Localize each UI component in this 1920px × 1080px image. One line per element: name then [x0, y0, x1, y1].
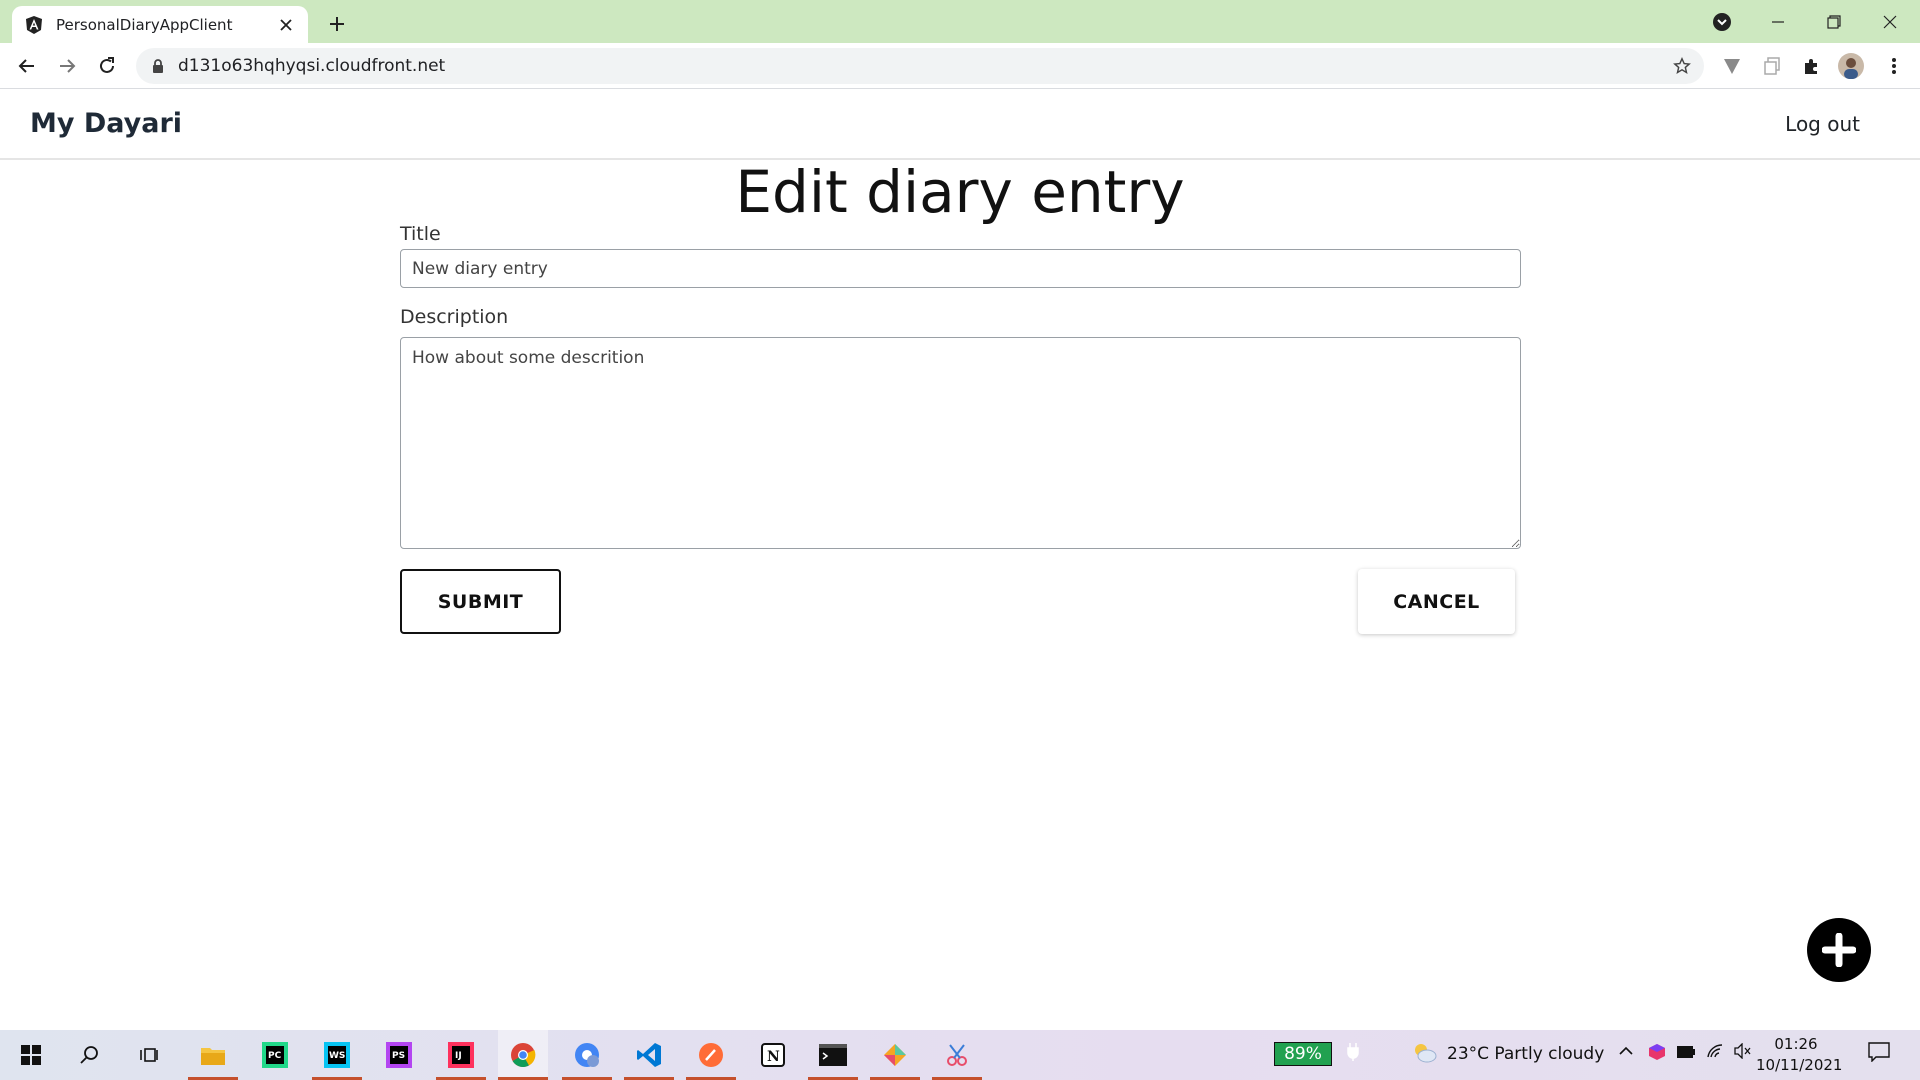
- webstorm-icon[interactable]: WS: [312, 1030, 362, 1080]
- restore-button[interactable]: [1806, 0, 1862, 43]
- terminal-icon[interactable]: [808, 1030, 858, 1080]
- svg-text:WS: WS: [329, 1051, 345, 1061]
- app-brand[interactable]: My Dayari: [30, 108, 182, 139]
- clock-date: 10/11/2021: [1756, 1056, 1843, 1074]
- forward-icon[interactable]: [51, 50, 83, 82]
- new-tab-button[interactable]: [322, 9, 352, 39]
- speaker-muted-icon[interactable]: [1734, 1042, 1752, 1064]
- snipping-tool-icon[interactable]: [932, 1030, 982, 1080]
- weather-icon[interactable]: [1410, 1040, 1438, 1069]
- browser-tab[interactable]: PersonalDiaryAppClient: [12, 6, 308, 43]
- tab-title: PersonalDiaryAppClient: [56, 15, 233, 34]
- vuetify-extension-icon[interactable]: [1718, 52, 1746, 80]
- pycharm-icon[interactable]: PC: [250, 1030, 300, 1080]
- angular-icon: [26, 15, 42, 34]
- file-explorer-icon[interactable]: [188, 1030, 238, 1080]
- vscode-icon[interactable]: [624, 1030, 674, 1080]
- wifi-icon[interactable]: [1706, 1043, 1724, 1064]
- browser-menu-icon[interactable]: [1880, 52, 1908, 80]
- profile-avatar[interactable]: [1837, 52, 1865, 80]
- task-view-icon[interactable]: [124, 1030, 174, 1080]
- title-input[interactable]: [400, 249, 1521, 288]
- url-text: d131o63hqhyqsi.cloudfront.net: [178, 56, 446, 76]
- chrome-profile-icon[interactable]: [562, 1030, 612, 1080]
- plus-icon: [1822, 933, 1856, 967]
- intellij-icon[interactable]: IJ: [436, 1030, 486, 1080]
- copy-extension-icon[interactable]: [1758, 52, 1786, 80]
- back-icon[interactable]: [11, 50, 43, 82]
- add-entry-button[interactable]: [1807, 918, 1871, 982]
- chevron-up-icon[interactable]: [1618, 1043, 1634, 1064]
- search-icon[interactable]: [64, 1030, 114, 1080]
- weather-text[interactable]: 23°C Partly cloudy: [1447, 1044, 1604, 1064]
- browser-toolbar: d131o63hqhyqsi.cloudfront.net: [0, 43, 1920, 89]
- minimize-button[interactable]: [1750, 0, 1806, 43]
- svg-text:N: N: [767, 1049, 780, 1065]
- battery-indicator[interactable]: 89%: [1274, 1042, 1332, 1066]
- title-label: Title: [400, 223, 441, 245]
- phpstorm-icon[interactable]: PS: [374, 1030, 424, 1080]
- submit-button[interactable]: SUBMIT: [400, 569, 561, 634]
- cancel-button[interactable]: CANCEL: [1358, 569, 1515, 634]
- logout-link[interactable]: Log out: [1785, 112, 1860, 136]
- page-title: Edit diary entry: [735, 158, 1185, 226]
- bookmark-star-icon[interactable]: [1664, 48, 1700, 84]
- description-textarea[interactable]: How about some descrition: [400, 337, 1521, 549]
- charging-icon: [1346, 1042, 1360, 1067]
- close-icon[interactable]: [276, 15, 296, 35]
- taskbar-clock[interactable]: 01:26 10/11/2021: [1756, 1034, 1843, 1076]
- clock-time: 01:26: [1774, 1035, 1818, 1053]
- svg-text:IJ: IJ: [455, 1051, 462, 1061]
- battery-icon[interactable]: [1676, 1044, 1696, 1064]
- puzzle-extensions-icon[interactable]: [1798, 52, 1826, 80]
- description-label: Description: [400, 306, 509, 328]
- svg-text:PS: PS: [392, 1051, 405, 1061]
- gitkraken-icon[interactable]: [870, 1030, 920, 1080]
- browser-tab-strip: PersonalDiaryAppClient: [0, 0, 1920, 43]
- address-bar[interactable]: d131o63hqhyqsi.cloudfront.net: [136, 48, 1704, 84]
- tab-search-icon[interactable]: [1694, 0, 1750, 43]
- close-window-button[interactable]: [1862, 0, 1918, 43]
- windows-start-icon[interactable]: [6, 1030, 56, 1080]
- lock-icon: [153, 59, 163, 73]
- notification-icon[interactable]: [1868, 1042, 1890, 1067]
- reload-icon[interactable]: [91, 50, 123, 82]
- office-icon[interactable]: [1648, 1043, 1666, 1066]
- notion-icon[interactable]: N: [748, 1030, 798, 1080]
- postman-icon[interactable]: [686, 1030, 736, 1080]
- svg-text:PC: PC: [268, 1051, 282, 1061]
- app-navbar: My Dayari Log out: [0, 90, 1920, 160]
- chrome-icon[interactable]: [498, 1030, 548, 1080]
